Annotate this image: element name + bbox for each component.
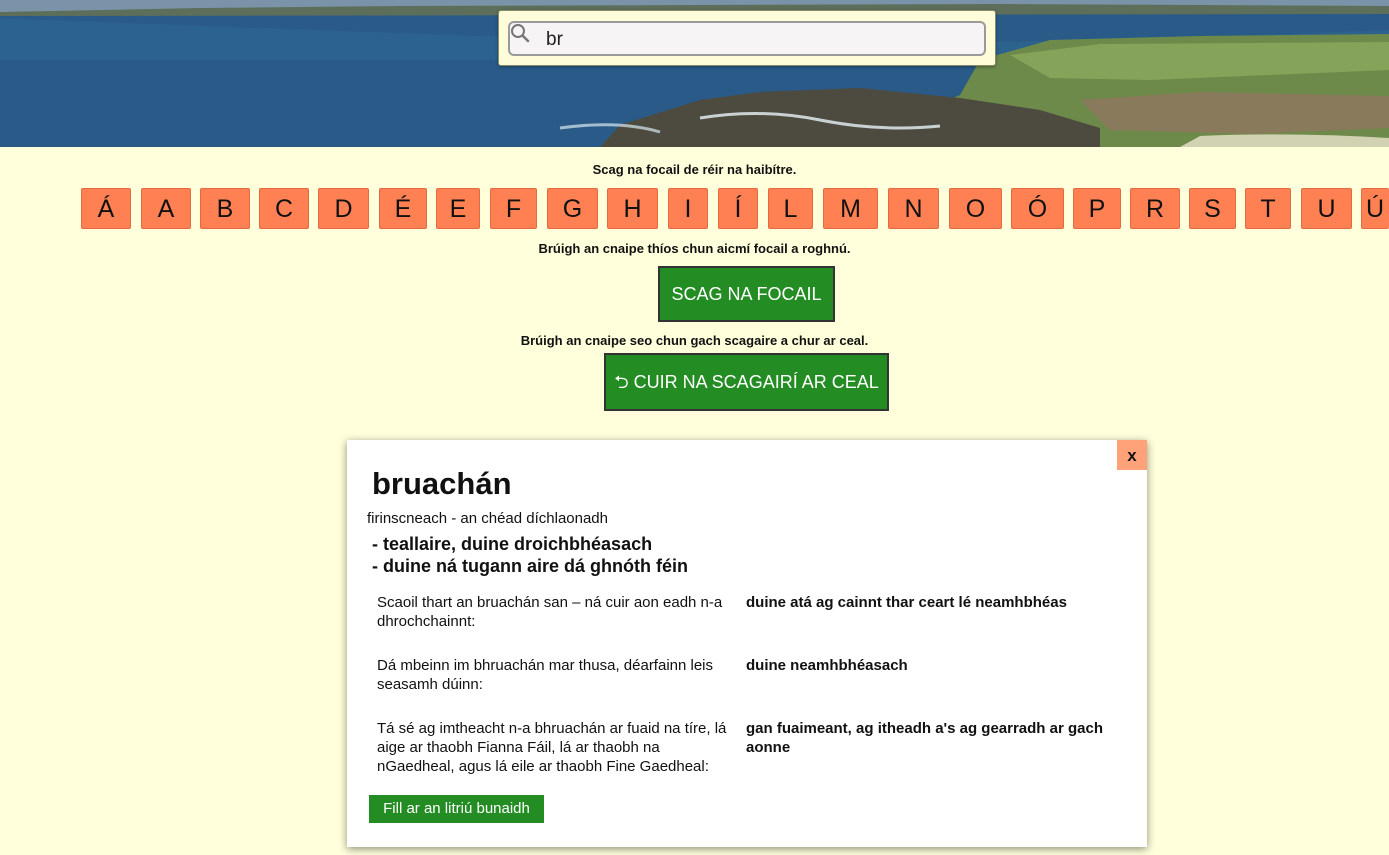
example-text: Scaoil thart an bruachán san – ná cuir a… <box>377 594 723 630</box>
letter-button[interactable]: B <box>200 188 250 229</box>
word-entry-modal: x bruachán firinscneach - an chéad díchl… <box>347 440 1147 847</box>
header-banner <box>0 0 1389 147</box>
search-panel <box>498 10 996 66</box>
letter-button[interactable]: N <box>888 188 939 229</box>
filter-words-button[interactable]: SCAG NA FOCAIL <box>658 266 835 322</box>
letter-button[interactable]: U <box>1301 188 1352 229</box>
letter-button[interactable]: I <box>668 188 708 229</box>
letter-button[interactable]: Ú <box>1361 188 1389 229</box>
search-icon <box>511 24 530 43</box>
definition-line: - duine ná tugann aire dá ghnóth féin <box>372 556 688 576</box>
letter-button[interactable]: F <box>490 188 537 229</box>
example-row: Tá sé ag imtheacht n-a bhruachán ar fuai… <box>377 719 1137 779</box>
letter-button[interactable]: O <box>949 188 1002 229</box>
example-text: Tá sé ag imtheacht n-a bhruachán ar fuai… <box>377 720 727 775</box>
search-field[interactable] <box>508 21 986 56</box>
letter-button[interactable]: A <box>141 188 191 229</box>
example-row: Dá mbeinn im bhruachán mar thusa, déarfa… <box>377 656 1137 696</box>
letter-button[interactable]: Í <box>718 188 758 229</box>
definition-line: - teallaire, duine droichbhéasach <box>372 534 653 554</box>
letter-button[interactable]: S <box>1189 188 1236 229</box>
letter-button[interactable]: T <box>1245 188 1291 229</box>
letter-button[interactable]: E <box>436 188 480 229</box>
close-button[interactable]: x <box>1117 440 1147 470</box>
letter-button[interactable]: R <box>1130 188 1180 229</box>
entry-headword: bruachán <box>372 466 512 501</box>
example-text: Dá mbeinn im bhruachán mar thusa, déarfa… <box>377 657 714 693</box>
original-spelling-button[interactable]: Fill ar an litriú bunaidh <box>369 795 544 823</box>
letter-button[interactable]: Ó <box>1011 188 1064 229</box>
category-hint: Brúigh an cnaipe thíos chun aicmí focail… <box>538 241 851 256</box>
letter-button[interactable]: P <box>1073 188 1121 229</box>
letter-button[interactable]: C <box>259 188 309 229</box>
letter-button[interactable]: É <box>379 188 427 229</box>
letter-button[interactable]: L <box>768 188 813 229</box>
letter-button[interactable]: H <box>607 188 658 229</box>
letter-button[interactable]: D <box>318 188 369 229</box>
letter-button[interactable]: G <box>547 188 598 229</box>
reset-hint: Brúigh an cnaipe seo chun gach scagaire … <box>520 333 869 348</box>
example-meaning: duine neamhbhéasach <box>746 657 908 674</box>
reset-filters-button[interactable]: ⮌ CUIR NA SCAGAIRÍ AR CEAL <box>604 353 889 411</box>
example-meaning: duine atá ag cainnt thar ceart lé neamhb… <box>746 594 1067 611</box>
example-meaning: gan fuaimeant, ag itheadh a's ag gearrad… <box>746 720 1103 756</box>
letters-hint: Scag na focail de réir na haibítre. <box>592 162 797 177</box>
example-row: Scaoil thart an bruachán san – ná cuir a… <box>377 593 1137 633</box>
search-input[interactable] <box>544 23 978 56</box>
letter-button[interactable]: M <box>823 188 878 229</box>
letter-button[interactable]: Á <box>81 188 131 229</box>
letter-filter-bar: Á A B C D É E F G H I Í L M N O Ó P R S … <box>0 188 1389 230</box>
entry-grammar: firinscneach - an chéad díchlaonadh <box>367 510 608 527</box>
